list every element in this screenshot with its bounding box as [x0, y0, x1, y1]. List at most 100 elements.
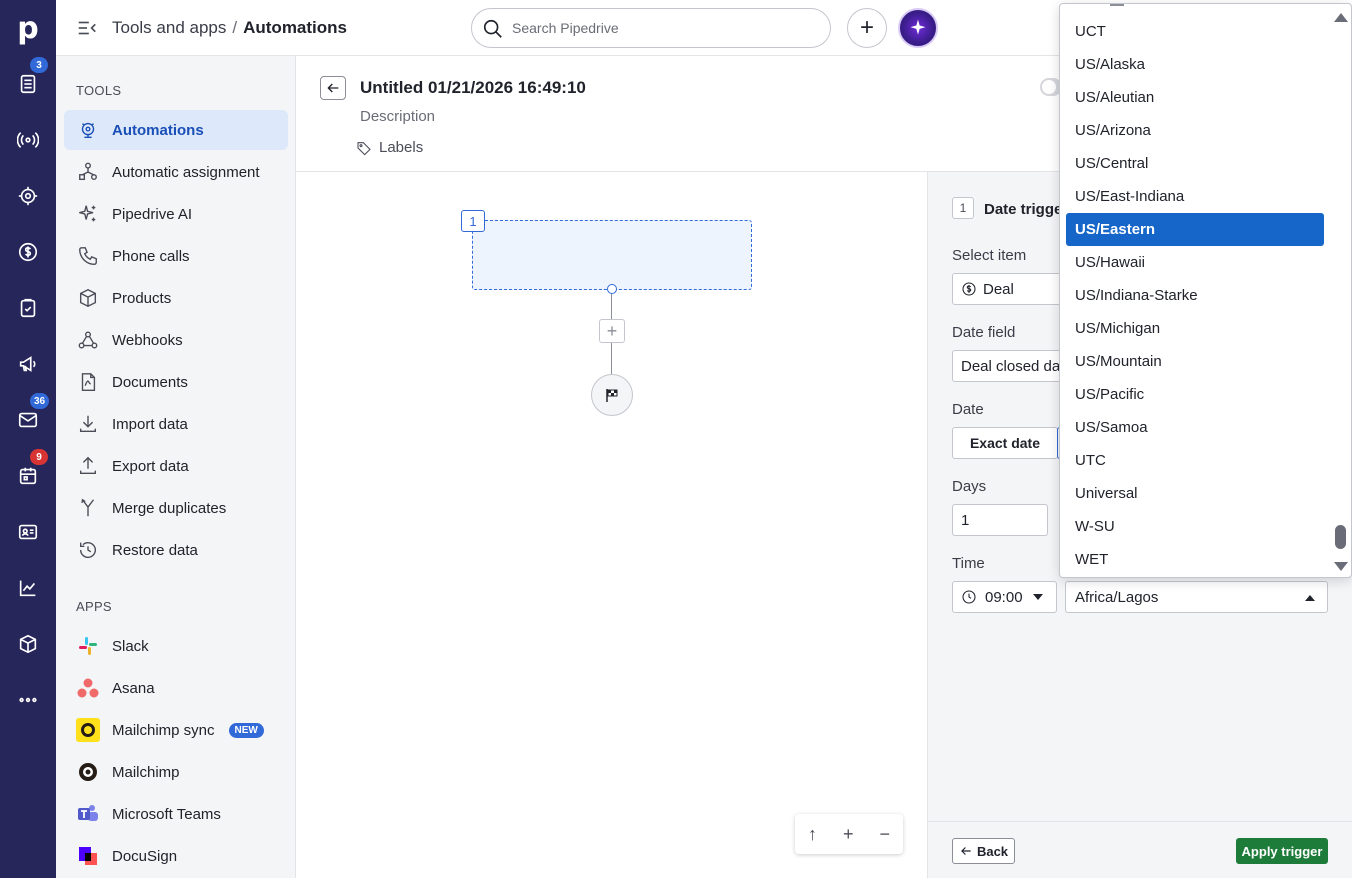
ai-assistant-button[interactable] [898, 8, 938, 48]
sidebar-item-label: Documents [112, 373, 188, 391]
back-to-automations-button[interactable] [320, 76, 346, 100]
scroll-down-arrow-icon[interactable] [1334, 562, 1348, 571]
upload-icon [76, 454, 100, 478]
connector-line [611, 343, 612, 374]
sidebar-item-export-data[interactable]: Export data [64, 446, 288, 486]
select-item-value: Deal [983, 280, 1014, 298]
breadcrumb-tools-and-apps[interactable]: Tools and apps [112, 18, 226, 37]
date-label: Date [952, 401, 984, 418]
deals-icon[interactable] [14, 238, 42, 266]
days-input[interactable]: 1 [952, 504, 1048, 536]
more-icon[interactable] [14, 686, 42, 714]
tasks-icon[interactable] [14, 294, 42, 322]
sidebar-app-asana[interactable]: Asana [64, 668, 288, 708]
timezone-option[interactable]: UCT [1066, 15, 1324, 48]
timezone-option[interactable]: US/East-Indiana [1066, 180, 1324, 213]
sidebar-item-label: Import data [112, 415, 188, 433]
automation-title[interactable]: Untitled 01/21/2026 16:49:10 [360, 78, 586, 98]
sidebar-app-mailchimp-sync[interactable]: Mailchimp sync NEW [64, 710, 288, 750]
timezone-option[interactable]: US/Hawaii [1066, 246, 1324, 279]
mail-badge: 36 [30, 393, 50, 409]
sidebar-item-label: Asana [112, 679, 155, 697]
insights-icon[interactable] [14, 574, 42, 602]
timezone-option[interactable]: US/Michigan [1066, 312, 1324, 345]
collapse-menu-icon[interactable] [76, 17, 100, 39]
search-input[interactable] [512, 20, 812, 36]
timezone-dropdown[interactable]: Africa/Lagos [1065, 581, 1328, 613]
exact-date-option[interactable]: Exact date [952, 427, 1058, 459]
zoom-out-button[interactable]: − [879, 824, 890, 845]
zoom-in-button[interactable]: + [843, 824, 854, 845]
products-rail-icon[interactable] [14, 630, 42, 658]
timezone-option[interactable]: US/Aleutian [1066, 81, 1324, 114]
sidebar-item-label: Export data [112, 457, 189, 475]
sidebar-app-microsoft-teams[interactable]: Microsoft Teams [64, 794, 288, 834]
contacts-icon[interactable] [14, 518, 42, 546]
add-step-button[interactable]: + [599, 319, 625, 343]
apply-trigger-button[interactable]: Apply trigger [1236, 838, 1328, 864]
timezone-option[interactable]: US/Mountain [1066, 345, 1324, 378]
panel-step-number: 1 [952, 197, 974, 219]
global-search[interactable] [471, 8, 831, 48]
sidebar-item-pipedrive-ai[interactable]: Pipedrive AI [64, 194, 288, 234]
sidebar-item-products[interactable]: Products [64, 278, 288, 318]
timezone-option[interactable]: WET [1066, 543, 1324, 576]
sidebar-item-label: Webhooks [112, 331, 183, 349]
finish-flag-icon [606, 389, 618, 402]
leads-icon[interactable] [14, 70, 42, 98]
webhook-icon [76, 328, 100, 352]
timezone-option[interactable]: US/Pacific [1066, 378, 1324, 411]
sidebar-item-label: Pipedrive AI [112, 205, 193, 223]
sidebar-item-automatic-assignment[interactable]: Automatic assignment [64, 152, 288, 192]
timezone-option[interactable]: US/Indiana-Starke [1066, 279, 1324, 312]
apps-section-title: APPS [76, 599, 112, 614]
quick-add-button[interactable]: + [847, 8, 887, 48]
target-icon[interactable] [14, 182, 42, 210]
sidebar-item-phone-calls[interactable]: Phone calls [64, 236, 288, 276]
timezone-option[interactable]: US/Eastern [1066, 213, 1324, 246]
time-dropdown[interactable]: 09:00 [952, 581, 1057, 613]
timezone-options-list[interactable]: UCT US/Alaska US/Aleutian US/Arizona US/Cent… [1059, 3, 1352, 578]
scrollbar-thumb[interactable] [1335, 525, 1346, 549]
automation-canvas[interactable]: 1 + ↑ + − [296, 172, 928, 878]
arrow-left-icon [961, 847, 971, 855]
tools-sidebar: TOOLS Automations Automatic assignment P… [56, 56, 296, 878]
time-value: 09:00 [985, 588, 1023, 606]
timezone-option[interactable]: US/Central [1066, 147, 1324, 180]
sidebar-app-slack[interactable]: Slack [64, 626, 288, 666]
labels-text: Labels [379, 139, 424, 156]
timezone-option[interactable]: Universal [1066, 477, 1324, 510]
labels-button[interactable]: Labels [356, 139, 423, 156]
automation-description[interactable]: Description [360, 108, 435, 125]
timezone-option[interactable]: US/Arizona [1066, 114, 1324, 147]
mail-icon[interactable] [14, 406, 42, 434]
new-badge: NEW [228, 722, 264, 738]
sidebar-item-label: Mailchimp sync [112, 721, 215, 739]
back-button[interactable]: Back [952, 838, 1015, 864]
calendar-icon[interactable] [14, 462, 42, 490]
broadcast-icon[interactable] [14, 126, 42, 154]
sidebar-app-mailchimp[interactable]: Mailchimp [64, 752, 288, 792]
trigger-placeholder-box[interactable] [472, 220, 752, 290]
restore-icon [76, 538, 100, 562]
connector-handle[interactable] [607, 284, 617, 294]
sidebar-app-docusign[interactable]: DocuSign [64, 836, 288, 876]
pipedrive-logo[interactable]: p [0, 0, 56, 56]
sidebar-item-documents[interactable]: Documents [64, 362, 288, 402]
scroll-up-button[interactable]: ↑ [808, 824, 817, 845]
deal-icon [962, 282, 976, 296]
timezone-option[interactable]: W-SU [1066, 510, 1324, 543]
campaigns-icon[interactable] [14, 350, 42, 378]
timezone-option[interactable]: UTC [1066, 444, 1324, 477]
scroll-up-arrow-icon[interactable] [1334, 13, 1348, 22]
timezone-option[interactable]: US/Samoa [1066, 411, 1324, 444]
timezone-option[interactable]: US/Alaska [1066, 48, 1324, 81]
sidebar-item-restore-data[interactable]: Restore data [64, 530, 288, 570]
sidebar-item-merge-duplicates[interactable]: Merge duplicates [64, 488, 288, 528]
leads-badge: 3 [30, 57, 48, 73]
sidebar-item-automations[interactable]: Automations [64, 110, 288, 150]
sidebar-item-webhooks[interactable]: Webhooks [64, 320, 288, 360]
tag-icon [357, 141, 371, 155]
panel-footer: Back Apply trigger [928, 821, 1352, 878]
sidebar-item-import-data[interactable]: Import data [64, 404, 288, 444]
